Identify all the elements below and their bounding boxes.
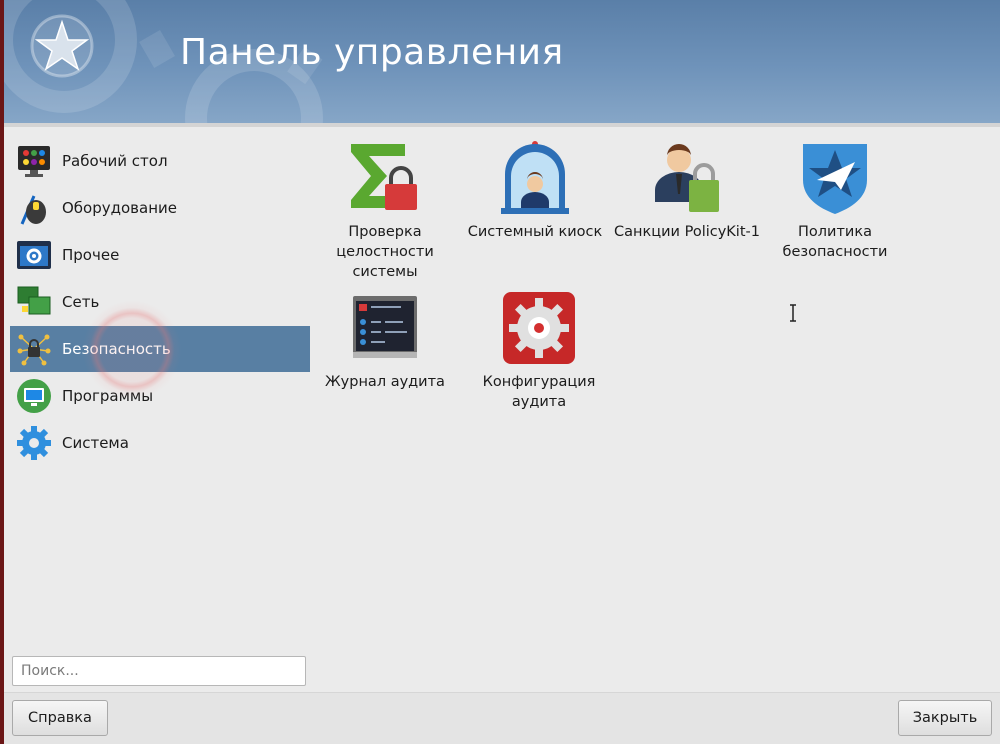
close-button[interactable]: Закрыть (898, 700, 992, 736)
control-panel-window: Панель управления Рабочий стол Оборудова… (4, 0, 1000, 744)
app-audit-config[interactable]: Конфигурация аудита (464, 288, 614, 412)
sidebar-item-network[interactable]: Сеть (10, 279, 310, 325)
sidebar-item-label: Рабочий стол (62, 152, 168, 170)
sidebar-item-desktop[interactable]: Рабочий стол (10, 138, 310, 184)
audit-log-icon (345, 288, 425, 368)
app-label: Журнал аудита (325, 374, 445, 390)
sidebar-item-programs[interactable]: Программы (10, 373, 310, 419)
app-label: Проверка целостности системы (336, 224, 434, 280)
app-label: Конфигурация аудита (482, 374, 596, 410)
app-kiosk[interactable]: Системный киоск (460, 138, 610, 242)
search-input[interactable] (12, 656, 306, 686)
security-policy-icon (795, 138, 875, 218)
other-icon (14, 235, 54, 275)
header-banner: Панель управления (4, 0, 1000, 123)
app-label: Политика безопасности (782, 224, 888, 260)
text-cursor-icon (790, 304, 796, 322)
app-audit-log[interactable]: Журнал аудита (310, 288, 460, 392)
kiosk-icon (495, 138, 575, 218)
sidebar-item-label: Прочее (62, 246, 120, 264)
header-divider (4, 123, 1000, 127)
sidebar-item-label: Безопасность (62, 340, 171, 358)
app-integrity-check[interactable]: Проверка целостности системы (310, 138, 460, 282)
system-gear-icon (14, 423, 54, 463)
window-title: Панель управления (180, 32, 564, 73)
policykit-icon (647, 138, 727, 218)
sidebar-item-system[interactable]: Система (10, 420, 310, 466)
sidebar-item-hardware[interactable]: Оборудование (10, 185, 310, 231)
integrity-check-icon (345, 138, 425, 218)
app-policykit[interactable]: Санкции PolicyKit-1 (612, 138, 762, 242)
audit-config-icon (499, 288, 579, 368)
astra-star-icon (30, 14, 94, 78)
hardware-icon (14, 188, 54, 228)
app-label: Системный киоск (467, 224, 603, 240)
sidebar-item-label: Оборудование (62, 199, 177, 217)
footer-bar (4, 692, 1000, 744)
sidebar-item-security[interactable]: Безопасность (10, 326, 310, 372)
network-icon (14, 282, 54, 322)
app-security-policy[interactable]: Политика безопасности (760, 138, 910, 262)
security-icon (14, 329, 54, 369)
app-label: Санкции PolicyKit-1 (614, 224, 760, 240)
help-button[interactable]: Справка (12, 700, 108, 736)
sidebar-item-label: Сеть (62, 293, 100, 311)
sidebar-item-label: Программы (62, 387, 154, 405)
programs-icon (14, 376, 54, 416)
category-sidebar: Рабочий стол Оборудование Прочее Сеть Бе… (10, 138, 310, 460)
desktop-icon (14, 141, 54, 181)
sidebar-item-label: Система (62, 434, 129, 452)
sidebar-item-other[interactable]: Прочее (10, 232, 310, 278)
